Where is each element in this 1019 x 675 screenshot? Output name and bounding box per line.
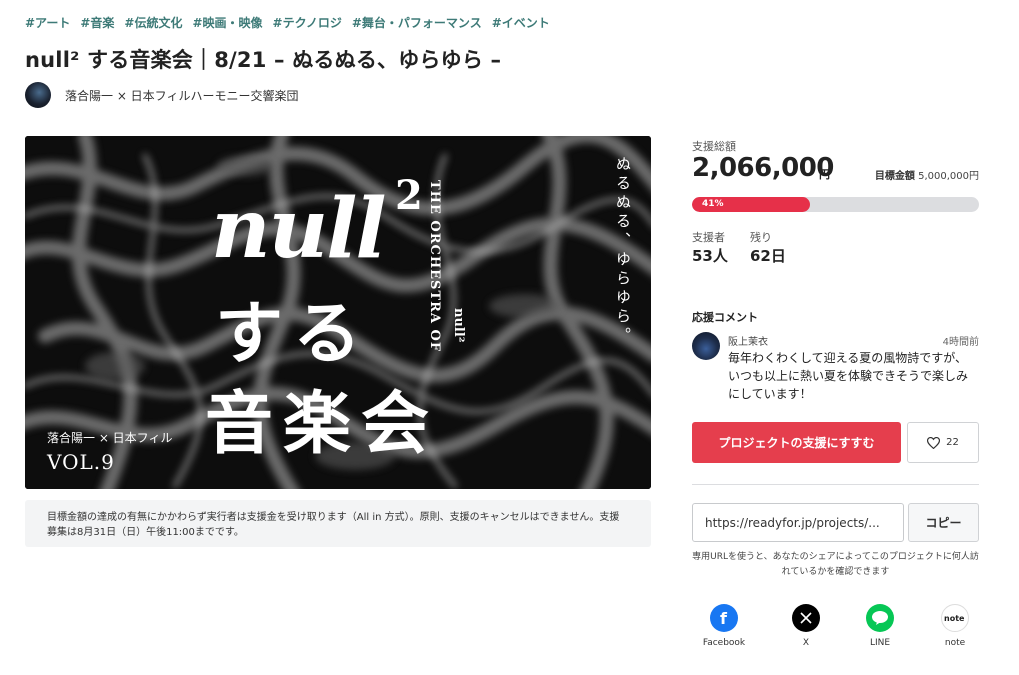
like-count: 22 bbox=[946, 437, 959, 448]
svg-text:note: note bbox=[944, 614, 965, 623]
tag-event[interactable]: #イベント bbox=[492, 14, 550, 31]
hero-nuru-text: ぬるぬる、ゆらゆら。 bbox=[614, 156, 632, 346]
total-label: 支援総額 bbox=[692, 140, 736, 153]
x-icon[interactable] bbox=[792, 604, 820, 632]
remaining-days: 62日 bbox=[750, 247, 786, 265]
page-title: null² する音楽会｜8/21 – ぬるぬる、ゆらゆら – bbox=[25, 48, 502, 72]
tag-list: #アート #音楽 #伝統文化 #映画・映像 #テクノロジ #舞台・パフォーマンス… bbox=[25, 14, 550, 31]
comments-heading: 応援コメント bbox=[692, 311, 758, 324]
facebook-icon[interactable]: f bbox=[710, 604, 738, 632]
progress-percent: 41% bbox=[702, 199, 724, 209]
note-icon[interactable]: note bbox=[941, 604, 969, 632]
hero-volume: VOL.9 bbox=[47, 450, 115, 474]
tag-music[interactable]: #音楽 bbox=[80, 14, 114, 31]
hero-orchestra-null: null² bbox=[451, 308, 466, 343]
line-label: LINE bbox=[869, 638, 891, 648]
goal-amount: 目標金額 5,000,000円 bbox=[875, 167, 979, 182]
hero-null-text: null bbox=[211, 181, 387, 277]
share-url-input[interactable] bbox=[692, 503, 904, 542]
hero-suru-text: する bbox=[215, 294, 372, 374]
total-amount: 2,066,000 bbox=[692, 153, 834, 183]
goal-label: 目標金額 bbox=[874, 171, 915, 182]
goal-value: 5,000,000円 bbox=[918, 171, 979, 182]
progress-bar: 41% bbox=[692, 197, 979, 212]
hero-orchestra-text: THE ORCHESTRA OF bbox=[427, 180, 442, 353]
share-note[interactable]: note note bbox=[925, 604, 985, 648]
divider bbox=[692, 484, 979, 485]
remaining-label: 残り bbox=[750, 231, 772, 244]
hero-ongakukai-text: 音楽会 bbox=[205, 384, 440, 464]
heart-icon bbox=[927, 436, 941, 449]
tag-film-video[interactable]: #映画・映像 bbox=[192, 14, 262, 31]
comment-text: 毎年わくわくして迎える夏の風物詩ですが、いつも以上に熱い夏を体験できそうで楽しみ… bbox=[728, 351, 969, 401]
tag-traditional-culture[interactable]: #伝統文化 bbox=[124, 14, 182, 31]
tag-stage-performance[interactable]: #舞台・パフォーマンス bbox=[352, 14, 482, 31]
share-x[interactable]: X bbox=[776, 604, 836, 648]
comment-time: 4時間前 bbox=[942, 337, 979, 348]
copy-url-button[interactable]: コピー bbox=[908, 503, 979, 542]
hero-image: null 2 する 音楽会 THE ORCHESTRA OF null² ぬるぬ… bbox=[25, 136, 651, 489]
svg-text:f: f bbox=[720, 610, 728, 626]
owner-name[interactable]: 落合陽一 × 日本フィルハーモニー交響楽団 bbox=[65, 87, 298, 104]
facebook-label: Facebook bbox=[702, 638, 746, 648]
owner-avatar[interactable] bbox=[25, 82, 51, 108]
commenter-name[interactable]: 阪上茉衣 bbox=[728, 333, 768, 348]
hero-superscript: 2 bbox=[395, 172, 423, 219]
amount-unit: 円 bbox=[819, 168, 830, 181]
line-icon[interactable] bbox=[866, 604, 894, 632]
share-url-note: 専用URLを使うと、あなたのシェアによってこのプロジェクトに何人訪れているかを確… bbox=[692, 552, 979, 577]
share-facebook[interactable]: f Facebook bbox=[694, 604, 754, 648]
support-project-button[interactable]: プロジェクトの支援にすすむ bbox=[692, 422, 901, 463]
share-line[interactable]: LINE bbox=[850, 604, 910, 648]
tag-technology[interactable]: #テクノロジ bbox=[273, 14, 342, 31]
supporters-count: 53人 bbox=[692, 247, 728, 265]
project-owner[interactable]: 落合陽一 × 日本フィルハーモニー交響楽団 bbox=[25, 82, 298, 108]
commenter-avatar[interactable] bbox=[692, 332, 720, 360]
note-label: note bbox=[944, 638, 966, 648]
all-in-notice: 目標金額の達成の有無にかかわらず実行者は支援金を受け取ります（All in 方式… bbox=[25, 500, 651, 547]
x-label: X bbox=[802, 638, 810, 648]
hero-credit: 落合陽一 × 日本フィル bbox=[47, 431, 173, 445]
tag-art[interactable]: #アート bbox=[25, 14, 70, 31]
supporters-label: 支援者 bbox=[692, 231, 725, 244]
like-button[interactable]: 22 bbox=[907, 422, 979, 463]
